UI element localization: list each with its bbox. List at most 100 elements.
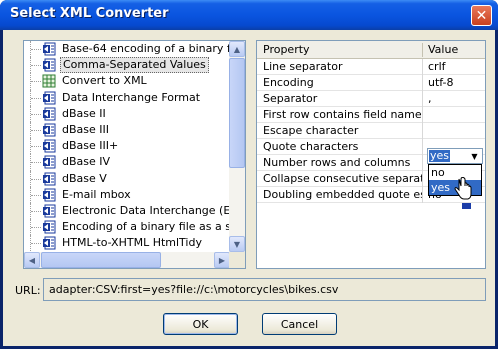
dialog-window: Select XML Converter ✕ Base-64 encoding … (0, 0, 498, 349)
ok-button[interactable]: OK (163, 313, 238, 335)
converter-item-label: Data Interchange Format (62, 90, 201, 104)
tree-connector (30, 219, 42, 236)
converter-tree: Base-64 encoding of a binary file asComm… (24, 41, 230, 252)
tree-connector (30, 89, 42, 106)
property-row[interactable]: Line separator crlf (257, 59, 485, 75)
row-marker (462, 203, 471, 209)
row-divider (422, 107, 423, 123)
row-divider (422, 75, 423, 91)
row-divider (422, 123, 423, 139)
converter-item-label: HTML-to-XHTML HtmlTidy (62, 236, 202, 250)
converter-item[interactable]: dBase II (24, 105, 230, 122)
property-row[interactable]: Encoding utf-8 (257, 75, 485, 91)
table-icon (42, 74, 56, 88)
close-icon: ✕ (475, 7, 488, 24)
column-divider[interactable] (422, 43, 423, 57)
converter-icon (43, 58, 56, 72)
vertical-scrollbar[interactable]: ▲ ▼ (229, 41, 245, 252)
horizontal-scrollbar[interactable]: ◀ ▶ (24, 252, 230, 268)
scroll-up-button[interactable]: ▲ (229, 41, 245, 57)
converter-item[interactable]: Encoding of a binary file as a seque (24, 219, 230, 236)
converter-icon (43, 123, 56, 137)
property-name: Encoding (263, 76, 314, 89)
tree-connector (30, 105, 42, 122)
converter-item[interactable]: Comma-Separated Values (24, 57, 230, 74)
tree-connector (30, 154, 42, 171)
property-grid: Property Value Line separator crlf Encodin… (256, 40, 486, 269)
property-name: Number rows and columns (263, 156, 411, 169)
property-row[interactable]: First row contains field names (257, 107, 485, 123)
ok-button-label: OK (192, 317, 209, 331)
tree-connector (30, 57, 42, 74)
tree-connector (30, 41, 42, 58)
row-divider (422, 139, 423, 155)
tree-connector (30, 121, 42, 139)
converter-item-label: Comma-Separated Values (60, 57, 209, 74)
converter-item-label: Convert to XML (62, 74, 147, 88)
converter-icon (43, 204, 56, 218)
grid-header: Property Value (257, 41, 485, 59)
value-column-header[interactable]: Value (428, 43, 458, 56)
converter-icon (43, 220, 56, 234)
property-name: Doubling embedded quote esc... (263, 188, 423, 201)
scroll-left-button[interactable]: ◀ (24, 252, 40, 268)
tree-connector (30, 170, 42, 187)
property-column-header[interactable]: Property (263, 43, 310, 56)
cancel-button[interactable]: Cancel (262, 313, 337, 335)
row-divider (422, 91, 423, 107)
vertical-scroll-thumb[interactable] (229, 58, 245, 168)
cancel-button-label: Cancel (280, 317, 319, 331)
scroll-down-button[interactable]: ▼ (229, 236, 245, 252)
horizontal-scroll-thumb[interactable] (41, 252, 161, 268)
hand-cursor-icon (454, 177, 472, 200)
converter-item[interactable]: E-mail mbox (24, 186, 230, 203)
converter-item-label: dBase V (62, 171, 107, 185)
tree-connector (30, 186, 42, 203)
title-bar[interactable]: Select XML Converter ✕ (0, 0, 498, 30)
converter-icon (43, 91, 56, 105)
property-name: Quote characters (263, 140, 359, 153)
row-divider (422, 171, 423, 187)
converter-item[interactable]: Base-64 encoding of a binary file as (24, 41, 230, 58)
converter-item[interactable]: dBase III+ (24, 138, 230, 155)
converter-item[interactable]: Data Interchange Format (24, 89, 230, 106)
property-value[interactable]: , (428, 92, 432, 105)
url-field[interactable]: adapter:CSV:first=yes?file://c:\motorcyc… (43, 278, 486, 301)
converter-item[interactable]: Convert to XML (24, 73, 230, 90)
first-row-value-combo[interactable]: yes ▼ (427, 148, 483, 164)
converter-item-label: Electronic Data Interchange (EDI) (62, 203, 230, 217)
converter-item[interactable]: Electronic Data Interchange (EDI) (24, 202, 230, 220)
url-value: adapter:CSV:first=yes?file://c:\motorcyc… (49, 283, 339, 296)
property-value[interactable]: crlf (428, 60, 446, 73)
converter-item[interactable]: dBase III (24, 121, 230, 139)
converter-item-label: dBase IV (62, 155, 111, 169)
converter-item[interactable]: dBase IV (24, 154, 230, 171)
property-name: Line separator (263, 60, 343, 73)
row-divider (422, 187, 423, 203)
row-divider (422, 155, 423, 171)
converter-icon (43, 107, 56, 121)
window-title: Select XML Converter (10, 6, 169, 21)
converter-icon (43, 236, 56, 250)
converter-item[interactable]: dBase V (24, 170, 230, 187)
converter-item-label: E-mail mbox (62, 187, 131, 201)
converter-item-label: Base-64 encoding of a binary file as (62, 42, 230, 56)
tree-connector (30, 202, 42, 220)
converter-icon (43, 139, 56, 153)
property-row[interactable]: Separator, (257, 91, 485, 107)
close-button[interactable]: ✕ (471, 5, 492, 26)
converter-item-label: dBase III (62, 123, 109, 137)
scroll-right-button[interactable]: ▶ (214, 252, 230, 268)
converter-item[interactable]: HTML-to-XHTML HtmlTidy (24, 235, 230, 252)
tree-connector (30, 138, 42, 155)
dialog-client: Base-64 encoding of a binary file asComm… (3, 30, 495, 346)
property-row[interactable]: Escape character (257, 123, 485, 139)
converter-icon (43, 172, 56, 186)
property-name: First row contains field names (263, 108, 423, 121)
converter-item-label: Encoding of a binary file as a seque (62, 220, 230, 234)
combo-selected-value: yes (429, 149, 451, 162)
dropdown-arrow-icon[interactable]: ▼ (467, 149, 482, 163)
converter-icon (43, 155, 56, 169)
converter-icon (43, 42, 56, 56)
property-value[interactable]: utf-8 (428, 76, 454, 89)
